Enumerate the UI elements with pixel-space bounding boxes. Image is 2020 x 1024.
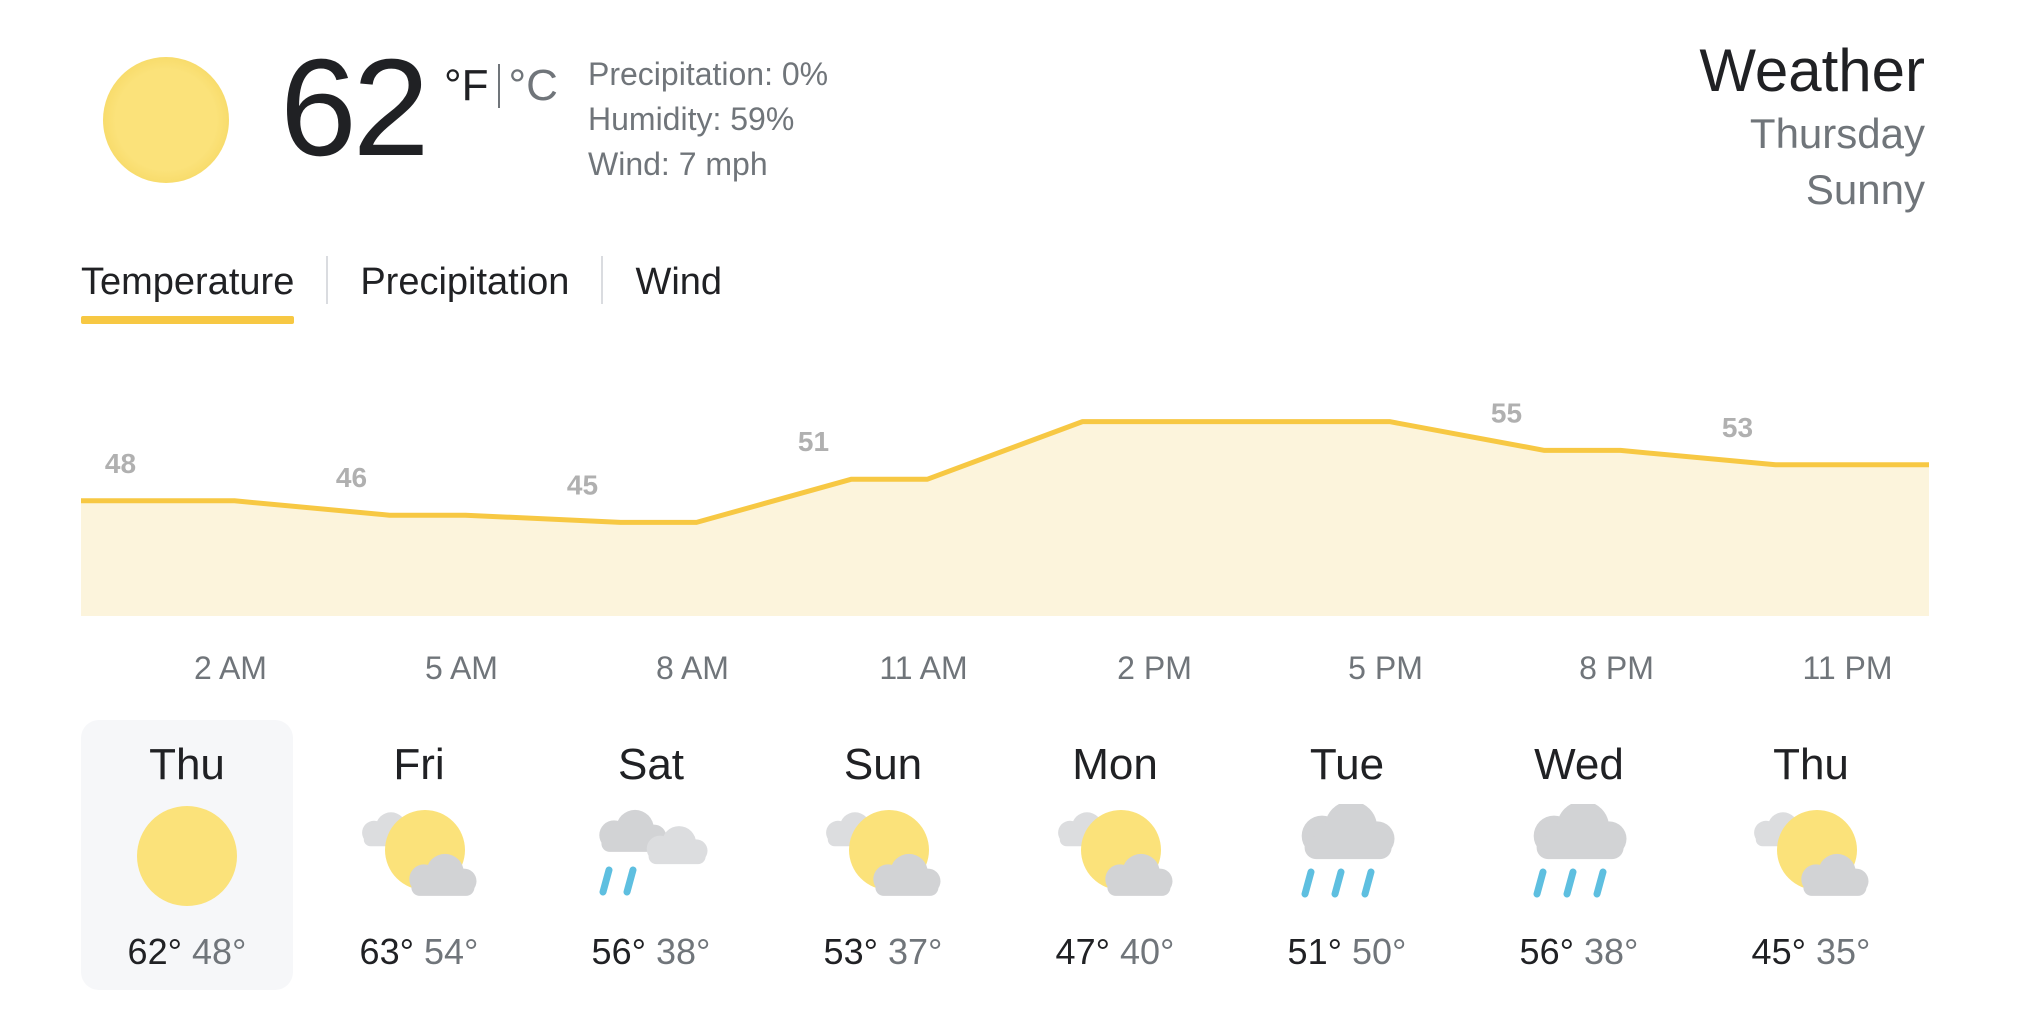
precipitation-text: Precipitation: 0% [588,56,829,92]
day-name: Wed [1534,740,1624,789]
day-temperatures: 63° 54° [313,928,525,976]
temperature-point-label: 45 [567,469,598,500]
unit-switcher: °F °C [444,58,558,114]
partly-cloudy-icon [1055,804,1175,914]
partly-cloudy-icon [823,804,943,914]
sun-icon [127,804,247,914]
low-temperature: 50° [1352,931,1407,972]
hour-label: 5 AM [425,650,498,686]
day-temperatures: 45° 35° [1705,928,1917,976]
daily-forecast: Thu 62° 48° Fri 63° 54° Sat 56° 38° Sun … [81,720,1929,992]
day-name: Tue [1309,740,1385,789]
low-temperature: 38° [1584,931,1639,972]
hour-axis: 2 AM 5 AM 8 AM 11 AM 2 PM 5 PM 8 PM 11 PM [81,646,1929,696]
day-temperatures: 47° 40° [1009,928,1221,976]
day-card-thu[interactable]: Thu 45° 35° [1705,720,1917,990]
partly-cloudy-icon [1751,804,1871,914]
day-card-wed[interactable]: Wed 56° 38° [1473,720,1685,990]
high-temperature: 45° [1751,931,1806,972]
day-temperatures: 53° 37° [777,928,989,976]
low-temperature: 37° [888,931,943,972]
day-card-thu[interactable]: Thu 62° 48° [81,720,293,990]
day-temperatures: 51° 50° [1241,928,1453,976]
day-name: Thu [149,740,225,789]
current-details: Precipitation: 0% Humidity: 59% Wind: 7 … [588,52,828,187]
weather-header: Weather Thursday Sunny [1699,36,1925,218]
fahrenheit-button[interactable]: °F [444,58,488,114]
day-card-sun[interactable]: Sun 53° 37° [777,720,989,990]
sun-icon [103,57,229,183]
tab-wind[interactable]: Wind [635,256,722,328]
temperature-point-label: 53 [1722,412,1753,443]
day-temperatures: 56° 38° [545,928,757,976]
day-name: Fri [393,740,445,789]
day-name: Sat [617,740,685,789]
day-card-tue[interactable]: Tue 51° 50° [1241,720,1453,990]
tab-temperature[interactable]: Temperature [81,256,295,328]
hour-label: 8 AM [656,650,729,686]
temperature-chart: 4846455159595553 [81,400,1929,616]
temperature-point-label: 51 [798,426,829,457]
unit-divider [498,64,501,108]
forecast-tabs: Temperature Precipitation Wind [81,256,722,336]
day-name: Mon [1072,740,1158,789]
hour-label: 2 PM [1117,650,1192,686]
weather-title: Weather [1699,37,1925,104]
hour-label: 11 AM [879,650,968,686]
high-temperature: 51° [1287,931,1342,972]
day-name: Thu [1773,740,1849,789]
day-card-sat[interactable]: Sat 56° 38° [545,720,757,990]
weather-day: Thursday [1749,110,1925,157]
tab-divider [326,256,329,304]
celsius-button[interactable]: °C [508,58,557,114]
day-name: Sun [843,740,923,789]
low-temperature: 38° [656,931,711,972]
hour-label: 5 PM [1348,650,1423,686]
temperature-point-label: 46 [336,462,367,493]
tab-precipitation[interactable]: Precipitation [360,256,569,328]
high-temperature: 53° [823,931,878,972]
high-temperature: 56° [1519,931,1574,972]
weather-condition: Sunny [1805,166,1925,213]
temperature-point-label: 55 [1491,400,1522,428]
humidity-text: Humidity: 59% [588,101,795,137]
low-temperature: 48° [192,931,247,972]
current-temperature: 62 [280,31,429,185]
high-temperature: 63° [359,931,414,972]
day-temperatures: 62° 48° [81,928,293,976]
hour-label: 8 PM [1579,650,1654,686]
day-card-mon[interactable]: Mon 47° 40° [1009,720,1221,990]
hour-label: 2 AM [194,650,267,686]
wind-text: Wind: 7 mph [588,146,768,182]
rain-icon [1287,801,1407,914]
high-temperature: 62° [127,931,182,972]
day-temperatures: 56° 38° [1473,928,1685,976]
partly-cloudy-icon [359,804,479,914]
cloudy-showers-icon [591,804,711,914]
day-card-fri[interactable]: Fri 63° 54° [313,720,525,990]
low-temperature: 40° [1120,931,1175,972]
temperature-point-label: 48 [105,448,136,479]
rain-icon [1519,801,1639,914]
hour-label: 11 PM [1802,650,1893,686]
low-temperature: 54° [424,931,479,972]
high-temperature: 47° [1055,931,1110,972]
low-temperature: 35° [1816,931,1871,972]
high-temperature: 56° [591,931,646,972]
tab-divider [601,256,604,304]
